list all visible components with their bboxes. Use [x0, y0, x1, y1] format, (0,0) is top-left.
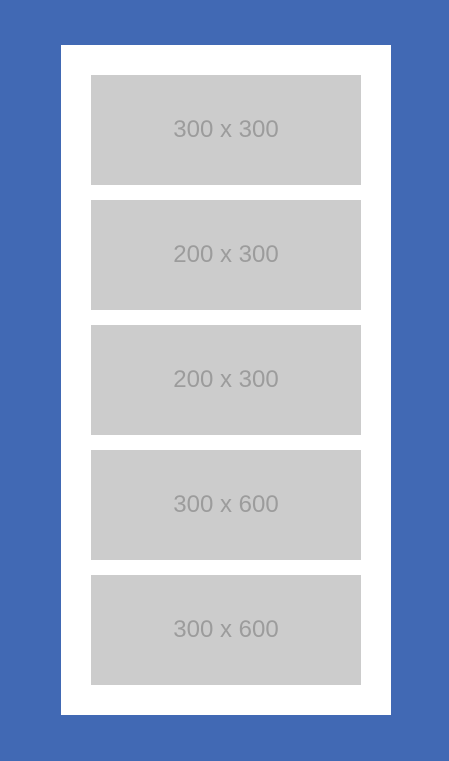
- placeholder-size-label: 300 x 300: [173, 116, 279, 143]
- placeholder-size-label: 200 x 300: [173, 241, 279, 268]
- placeholder-size-label: 300 x 600: [173, 616, 279, 643]
- image-placeholder: 300 x 600: [91, 575, 361, 685]
- image-placeholder: 300 x 300: [91, 75, 361, 185]
- placeholder-size-label: 300 x 600: [173, 491, 279, 518]
- image-placeholder: 300 x 600: [91, 450, 361, 560]
- image-placeholder: 200 x 300: [91, 325, 361, 435]
- image-placeholder-column: 300 x 300 200 x 300 200 x 300 300 x 600 …: [61, 45, 391, 715]
- image-placeholder: 200 x 300: [91, 200, 361, 310]
- placeholder-size-label: 200 x 300: [173, 366, 279, 393]
- page-background: 300 x 300 200 x 300 200 x 300 300 x 600 …: [0, 0, 449, 761]
